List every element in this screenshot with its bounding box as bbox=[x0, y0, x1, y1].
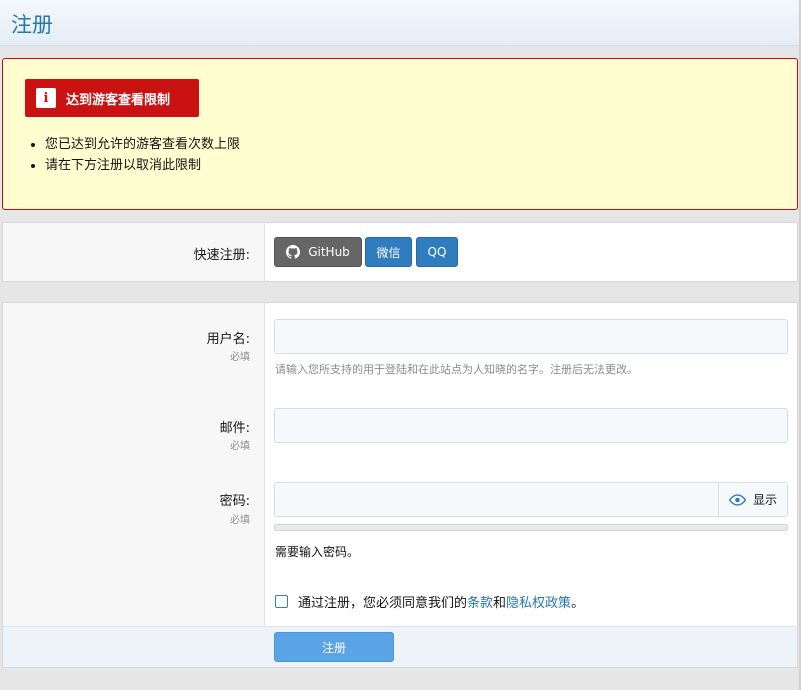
eye-icon bbox=[728, 493, 746, 506]
quick-register-row: 快速注册: GitHub 微信 QQ bbox=[2, 222, 798, 282]
register-form: 用户名: 必填 请输入您所支持的用于登陆和在此站点为人知晓的名字。注册后无法更改… bbox=[2, 302, 798, 668]
terms-link[interactable]: 条款 bbox=[467, 592, 493, 611]
qq-button[interactable]: QQ bbox=[416, 237, 458, 267]
github-icon bbox=[286, 245, 301, 259]
alert-item: 请在下方注册以取消此限制 bbox=[45, 155, 240, 176]
show-password-button[interactable]: 显示 bbox=[718, 483, 787, 516]
register-button-label: 注册 bbox=[321, 640, 346, 655]
label-column bbox=[3, 303, 265, 667]
form-footer: 注册 bbox=[3, 626, 797, 667]
github-button[interactable]: GitHub bbox=[274, 237, 362, 267]
password-message: 需要输入密码。 bbox=[275, 545, 360, 559]
username-label: 用户名: bbox=[206, 332, 250, 347]
privacy-policy-link[interactable]: 隐私权政策 bbox=[506, 592, 571, 611]
alert-title: i 达到游客查看限制 bbox=[25, 79, 199, 117]
wechat-button[interactable]: 微信 bbox=[365, 237, 412, 267]
register-button[interactable]: 注册 bbox=[274, 632, 394, 662]
agree-and: 和 bbox=[493, 596, 507, 611]
password-required: 必填 bbox=[230, 515, 250, 526]
password-label: 密码: bbox=[219, 494, 250, 509]
email-label: 邮件: bbox=[219, 421, 250, 436]
username-input[interactable] bbox=[274, 319, 788, 354]
qq-button-label: QQ bbox=[427, 245, 447, 259]
wechat-button-label: 微信 bbox=[376, 245, 401, 260]
email-input[interactable] bbox=[274, 408, 788, 443]
page-title: 注册 bbox=[11, 13, 53, 37]
agree-prefix: 通过注册，您必须同意我们的 bbox=[298, 596, 468, 611]
agree-suffix: 。 bbox=[571, 596, 585, 611]
password-strength-meter bbox=[274, 524, 788, 531]
agree-checkbox[interactable] bbox=[275, 595, 288, 608]
github-button-label: GitHub bbox=[308, 245, 350, 259]
username-hint: 请输入您所支持的用于登陆和在此站点为人知晓的名字。注册后无法更改。 bbox=[275, 363, 638, 376]
info-icon: i bbox=[36, 88, 56, 108]
alert-list: 您已达到允许的游客查看次数上限 请在下方注册以取消此限制 bbox=[45, 134, 240, 176]
quick-register-label: 快速注册: bbox=[193, 248, 250, 263]
email-required: 必填 bbox=[230, 441, 250, 452]
guest-limit-alert: i 达到游客查看限制 您已达到允许的游客查看次数上限 请在下方注册以取消此限制 bbox=[2, 58, 798, 210]
alert-title-text: 达到游客查看限制 bbox=[66, 92, 171, 108]
show-password-label: 显示 bbox=[752, 493, 777, 507]
password-field[interactable]: 显示 bbox=[274, 482, 788, 517]
agree-row: 通过注册，您必须同意我们的 条款 和 隐私权政策 。 bbox=[275, 592, 584, 611]
username-required: 必填 bbox=[230, 352, 250, 363]
alert-item: 您已达到允许的游客查看次数上限 bbox=[45, 134, 240, 155]
page-header: 注册 bbox=[0, 0, 801, 46]
